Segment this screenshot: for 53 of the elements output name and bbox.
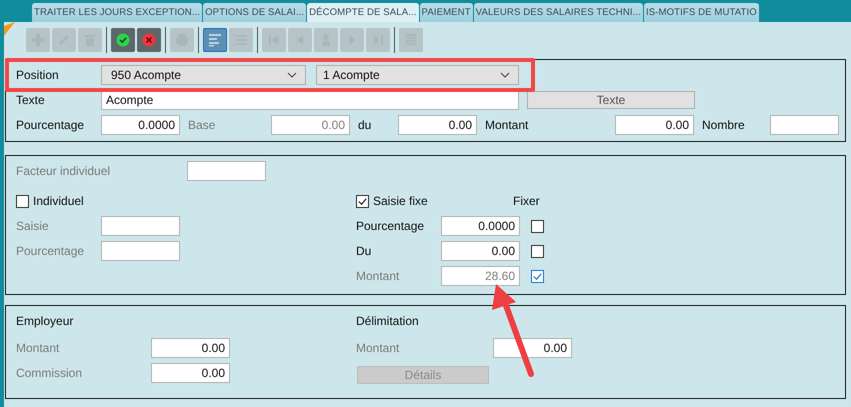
checkbox[interactable] [531, 244, 544, 258]
dropdown[interactable]: 1 Acompte [316, 65, 519, 85]
chevron-down-icon [287, 72, 297, 78]
field-label: Commission [16, 366, 84, 380]
field-label: Saisie [16, 219, 50, 233]
field-label: Pourcentage [356, 219, 426, 233]
confirm-icon [115, 32, 131, 48]
checkbox[interactable] [531, 220, 544, 232]
field-label: Position [16, 68, 60, 82]
field-label: Montant [16, 341, 60, 355]
input-field[interactable]: 0.00 [398, 115, 477, 135]
tab[interactable]: TRAITER LES JOURS EXCEPTION... [32, 3, 202, 22]
field-label: Base [188, 118, 216, 132]
section-title: Employeur [16, 314, 74, 328]
detail-button[interactable] [203, 28, 227, 52]
field-label: du [358, 118, 372, 132]
checkbox[interactable] [356, 194, 369, 208]
column-header: Fixer [513, 194, 540, 208]
cancel-button[interactable] [137, 28, 161, 52]
tab[interactable]: OPTIONS DE SALAI... [203, 3, 306, 22]
input-field[interactable] [187, 161, 266, 181]
tab[interactable]: IS-MOTIFS DE MUTATIO [644, 3, 759, 22]
cancel-icon [141, 32, 157, 48]
text-field[interactable]: Acompte [101, 90, 519, 110]
tab[interactable]: PAIEMENT [420, 3, 473, 22]
field-label: Montant [356, 341, 400, 355]
tab[interactable]: DÉCOMPTE DE SALA... [307, 3, 419, 22]
input-field[interactable] [770, 115, 839, 135]
texte-button[interactable]: Texte [527, 91, 695, 109]
corner-triangle-icon [4, 22, 15, 36]
detail-icon [207, 32, 223, 48]
input-field[interactable] [101, 241, 180, 261]
input-field[interactable]: 0.0000 [441, 216, 520, 236]
field-label: Nombre [702, 118, 746, 132]
field-label: Pourcentage [16, 118, 86, 132]
tab[interactable]: VALEURS DES SALAIRES TECHNI... [474, 3, 643, 22]
checkbox[interactable] [16, 194, 29, 208]
input-field[interactable]: 0.0000 [101, 115, 180, 135]
input-field[interactable] [101, 216, 180, 236]
checkbox-label: Saisie fixe [373, 194, 429, 208]
field-label: Du [356, 244, 372, 258]
field-label: Montant [356, 269, 400, 283]
input-field[interactable]: 0.00 [441, 241, 520, 261]
checkbox-label: Individuel [33, 194, 84, 208]
dropdown[interactable]: 950 Acompte [101, 65, 306, 85]
section-title: Délimitation [356, 314, 419, 328]
field-label: Pourcentage [16, 244, 86, 258]
field-label: Texte [16, 93, 46, 107]
field-label: Facteur individuel [16, 164, 112, 178]
confirm-button[interactable] [111, 28, 135, 52]
input-field[interactable]: 0.00 [615, 115, 694, 135]
chevron-down-icon [500, 72, 510, 78]
field-label: Montant [485, 118, 530, 132]
